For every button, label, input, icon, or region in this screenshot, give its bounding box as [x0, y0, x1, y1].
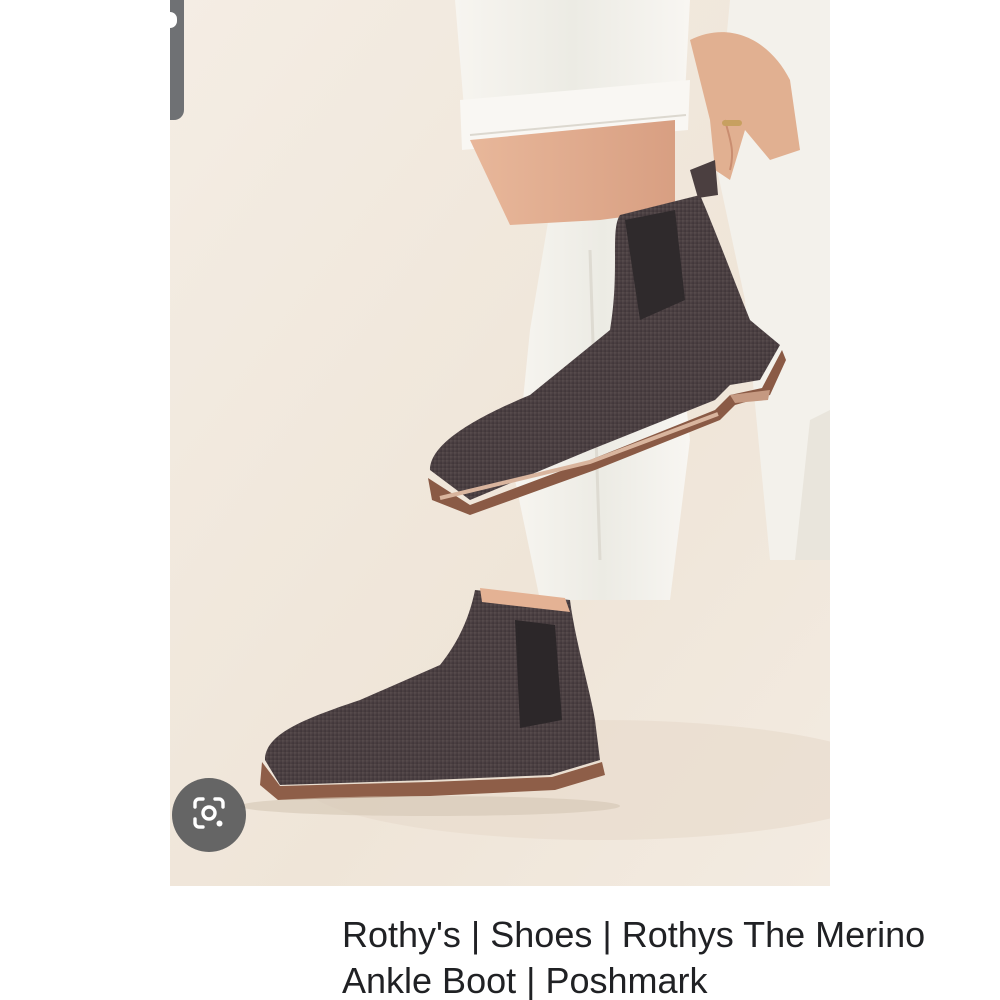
google-lens-icon — [189, 793, 229, 838]
search-result-page: Rothy's | Shoes | Rothys The Merino Ankl… — [0, 0, 1000, 1000]
result-title-link[interactable]: Rothy's | Shoes | Rothys The Merino Ankl… — [342, 912, 998, 1000]
corner-tab — [170, 0, 184, 120]
image-result-card[interactable]: Rothy's | Shoes | Rothys The Merino Ankl… — [170, 0, 925, 1000]
product-image[interactable] — [170, 0, 830, 886]
lens-button[interactable] — [172, 778, 246, 852]
indicator-dot — [170, 12, 177, 28]
